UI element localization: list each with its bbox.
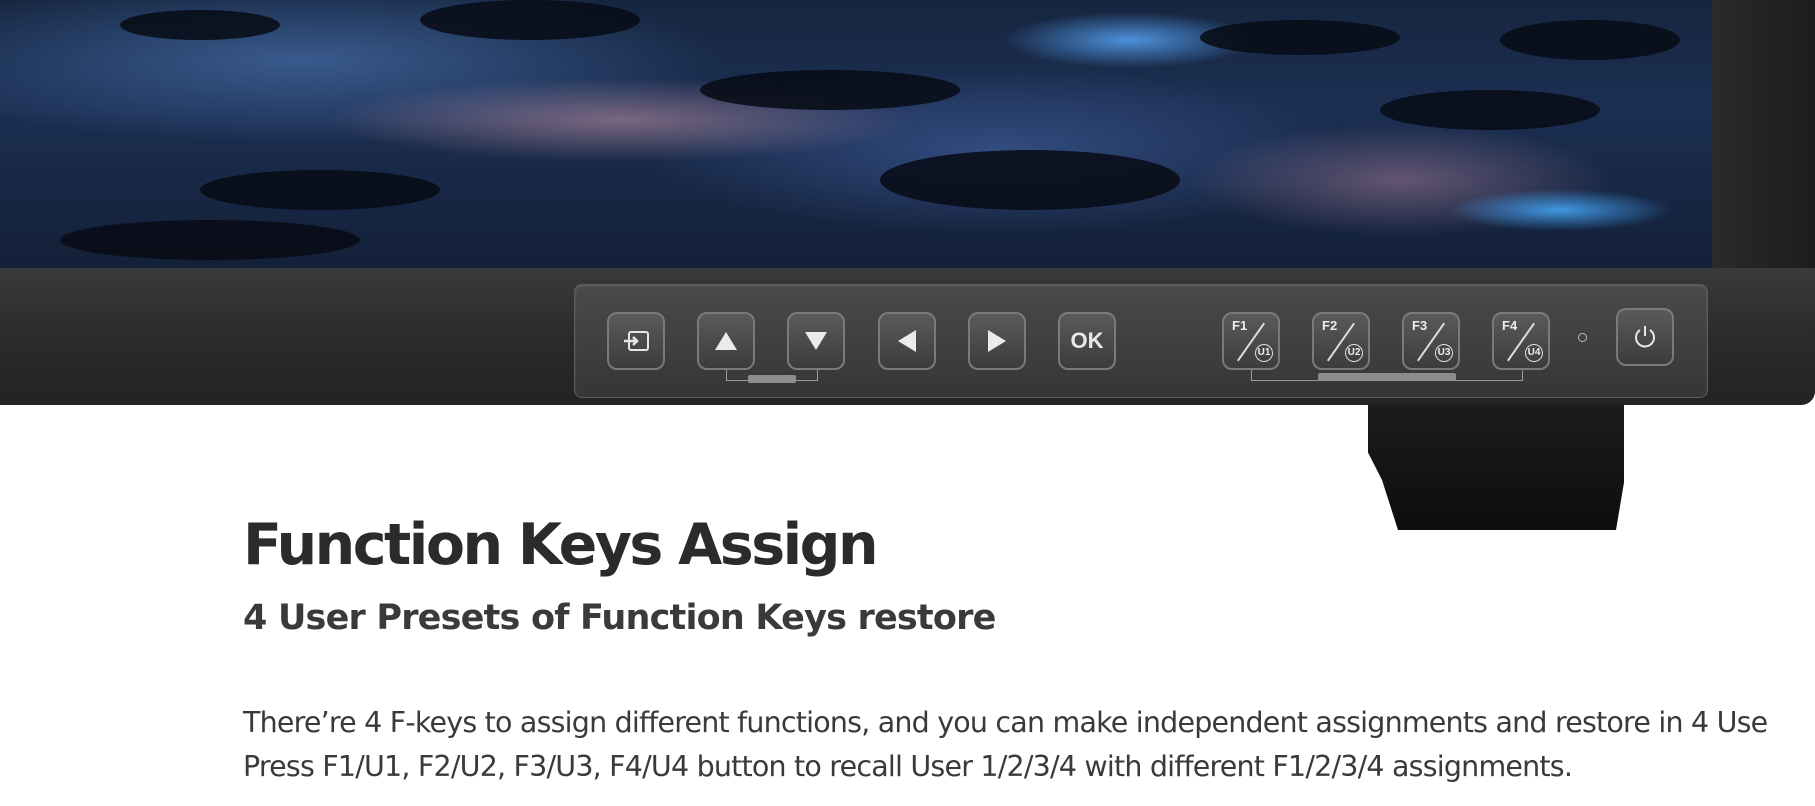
f4-label: F4 xyxy=(1502,318,1518,333)
f3-u3-button[interactable]: F3 U3 xyxy=(1402,312,1460,370)
f1-label: F1 xyxy=(1232,318,1248,333)
f3-label: F3 xyxy=(1412,318,1428,333)
input-source-button[interactable] xyxy=(607,312,665,370)
u1-label: U1 xyxy=(1255,344,1273,362)
ok-button[interactable]: OK xyxy=(1058,312,1116,370)
status-led xyxy=(1578,333,1587,342)
power-icon xyxy=(1635,326,1655,348)
power-button[interactable] xyxy=(1616,308,1674,366)
u2-label: U2 xyxy=(1345,344,1363,362)
section-subtitle: 4 User Presets of Function Keys restore xyxy=(243,598,996,638)
section-body-line-2: Press F1/U1, F2/U2, F3/U3, F4/U4 button … xyxy=(243,750,1573,783)
left-button[interactable] xyxy=(878,312,936,370)
ok-label: OK xyxy=(1070,328,1104,353)
section-body-line-1: There’re 4 F-keys to assign different fu… xyxy=(243,706,1768,739)
down-button[interactable] xyxy=(787,312,845,370)
arrow-left-icon xyxy=(898,330,916,352)
f2-u2-button[interactable]: F2 U2 xyxy=(1312,312,1370,370)
f1-u1-button[interactable]: F1 U1 xyxy=(1222,312,1280,370)
up-button[interactable] xyxy=(697,312,755,370)
panel-bracket-label-arrows xyxy=(748,375,796,383)
section-title: Function Keys Assign xyxy=(243,512,879,578)
f4-u4-button[interactable]: F4 U4 xyxy=(1492,312,1550,370)
arrow-down-icon xyxy=(805,332,827,350)
input-source-icon xyxy=(624,331,649,351)
arrow-right-icon xyxy=(988,330,1006,352)
monitor-stand xyxy=(1368,405,1624,530)
monitor-screen-image xyxy=(0,0,1712,268)
panel-bracket-label-fkeys xyxy=(1318,373,1456,381)
f2-label: F2 xyxy=(1322,318,1338,333)
right-button[interactable] xyxy=(968,312,1026,370)
u4-label: U4 xyxy=(1525,344,1543,362)
u3-label: U3 xyxy=(1435,344,1453,362)
arrow-up-icon xyxy=(715,332,737,350)
